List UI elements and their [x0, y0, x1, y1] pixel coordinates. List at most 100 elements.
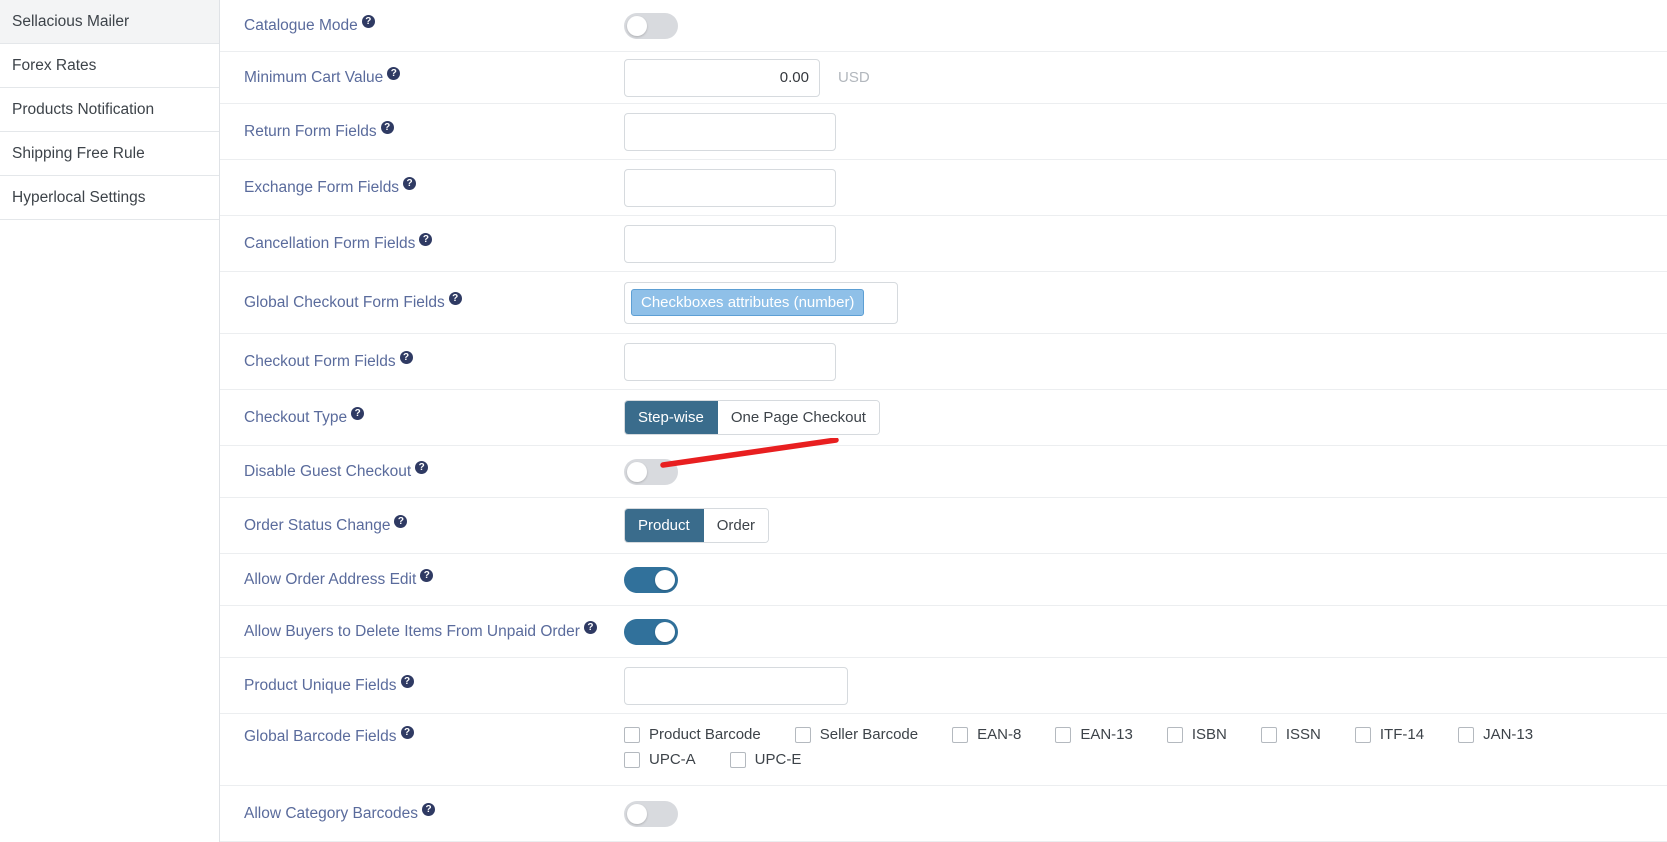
checkbox-box[interactable]	[624, 726, 640, 743]
row-exchange-form-fields: Exchange Form Fields?	[220, 160, 1667, 216]
checkbox-box[interactable]	[1166, 726, 1183, 743]
catalogue-mode-toggle[interactable]	[624, 12, 678, 39]
toggle-knob	[627, 461, 647, 482]
sidebar-filler	[0, 220, 219, 264]
control-return-form-fields	[624, 112, 1667, 151]
control-checkout-form-fields	[624, 342, 1667, 381]
label-cancellation-form-fields: Cancellation Form Fields?	[244, 233, 624, 254]
label-text: Allow Buyers to Delete Items From Unpaid…	[244, 623, 580, 641]
allow-category-barcodes-toggle[interactable]	[624, 800, 678, 827]
order-status-change-option-order[interactable]: Order	[703, 509, 769, 542]
checkbox-upc-e[interactable]: UPC-E	[729, 751, 802, 768]
label-text: Return Form Fields	[244, 123, 377, 141]
order-status-change-option-product[interactable]: Product	[625, 509, 704, 542]
minimum-cart-value-input[interactable]	[624, 58, 820, 97]
label-catalogue-mode: Catalogue Mode?	[244, 15, 624, 36]
row-global-barcode-fields: Global Barcode Fields? Product Barcode S…	[220, 714, 1667, 786]
checkbox-ean-13[interactable]: EAN-13	[1055, 726, 1133, 743]
global-barcode-fields-checkbox-group: Product Barcode Seller Barcode EAN-8 EAN…	[624, 726, 1667, 776]
label-text: Disable Guest Checkout	[244, 463, 412, 481]
help-icon[interactable]: ?	[419, 233, 433, 247]
sidebar-item-forex-rates[interactable]: Forex Rates	[0, 44, 219, 88]
product-unique-fields-input[interactable]	[624, 666, 848, 705]
toggle-knob	[655, 569, 675, 590]
help-icon[interactable]: ?	[420, 569, 434, 583]
row-allow-order-address-edit: Allow Order Address Edit?	[220, 554, 1667, 606]
checkout-type-option-step-wise[interactable]: Step-wise	[625, 401, 718, 434]
checkbox-box[interactable]	[1055, 726, 1072, 743]
checkbox-itf-14[interactable]: ITF-14	[1354, 726, 1424, 743]
checkbox-box[interactable]	[624, 751, 640, 768]
label-global-checkout-form-fields: Global Checkout Form Fields?	[244, 292, 624, 313]
help-icon[interactable]: ?	[351, 407, 365, 421]
label-text: Order Status Change	[244, 517, 391, 535]
checkbox-isbn[interactable]: ISBN	[1166, 726, 1227, 743]
control-exchange-form-fields	[624, 168, 1667, 207]
sidebar-item-products-notification[interactable]: Products Notification	[0, 88, 219, 132]
checkout-type-option-one-page-checkout[interactable]: One Page Checkout	[717, 401, 879, 434]
checkbox-product-barcode[interactable]: Product Barcode	[624, 726, 761, 743]
checkbox-jan-13[interactable]: JAN-13	[1458, 726, 1533, 743]
control-order-status-change: Product Order	[624, 508, 1667, 543]
label-product-unique-fields: Product Unique Fields?	[244, 675, 624, 696]
checkbox-box[interactable]	[794, 726, 811, 743]
row-disable-guest-checkout: Disable Guest Checkout?	[220, 446, 1667, 498]
currency-unit-label: USD	[838, 69, 870, 86]
order-status-change-button-group: Product Order	[624, 508, 770, 543]
checkbox-ean-8[interactable]: EAN-8	[952, 726, 1021, 743]
global-checkout-form-fields-chipbox[interactable]: Checkboxes attributes (number)	[624, 281, 898, 324]
checkbox-box[interactable]	[1260, 726, 1277, 743]
sidebar-item-shipping-free-rule[interactable]: Shipping Free Rule	[0, 132, 219, 176]
checkbox-box[interactable]	[1354, 726, 1371, 743]
help-icon[interactable]: ?	[361, 15, 375, 29]
checkbox-label: JAN-13	[1483, 726, 1534, 743]
checkout-form-fields-input[interactable]	[624, 342, 836, 381]
checkbox-seller-barcode[interactable]: Seller Barcode	[794, 726, 918, 743]
help-icon[interactable]: ?	[394, 515, 408, 529]
row-checkout-form-fields: Checkout Form Fields?	[220, 334, 1667, 390]
label-allow-order-address-edit: Allow Order Address Edit?	[244, 569, 624, 590]
help-icon[interactable]: ?	[403, 177, 417, 191]
help-icon[interactable]: ?	[399, 351, 413, 365]
checkbox-label: ISSN	[1285, 726, 1321, 743]
sidebar-item-label: Forex Rates	[12, 56, 97, 74]
sidebar-item-sellacious-mailer[interactable]: Sellacious Mailer	[0, 0, 219, 44]
control-allow-category-barcodes	[624, 800, 1667, 827]
control-catalogue-mode	[624, 12, 1667, 39]
help-icon[interactable]: ?	[387, 67, 401, 81]
exchange-form-fields-input[interactable]	[624, 168, 836, 207]
row-allow-buyers-delete-items: Allow Buyers to Delete Items From Unpaid…	[220, 606, 1667, 658]
label-disable-guest-checkout: Disable Guest Checkout?	[244, 461, 624, 482]
row-order-status-change: Order Status Change? Product Order	[220, 498, 1667, 554]
allow-order-address-edit-toggle[interactable]	[624, 566, 678, 593]
label-text: Exchange Form Fields	[244, 179, 400, 197]
row-cancellation-form-fields: Cancellation Form Fields?	[220, 216, 1667, 272]
help-icon[interactable]: ?	[400, 675, 414, 689]
checkbox-label: UPC-E	[754, 751, 802, 768]
control-product-unique-fields	[624, 666, 1667, 705]
row-product-unique-fields: Product Unique Fields?	[220, 658, 1667, 714]
help-icon[interactable]: ?	[415, 461, 429, 475]
checkbox-upc-a[interactable]: UPC-A	[624, 751, 696, 768]
checkbox-box[interactable]	[729, 751, 746, 768]
sidebar-item-label: Products Notification	[12, 100, 155, 118]
toggle-knob	[655, 621, 675, 642]
help-icon[interactable]: ?	[448, 292, 462, 306]
allow-buyers-delete-items-toggle[interactable]	[624, 618, 678, 645]
return-form-fields-input[interactable]	[624, 112, 836, 151]
control-global-barcode-fields: Product Barcode Seller Barcode EAN-8 EAN…	[624, 726, 1667, 776]
label-order-status-change: Order Status Change?	[244, 515, 624, 536]
settings-form: Catalogue Mode? Minimum Cart Value? USD …	[220, 0, 1667, 842]
checkbox-box[interactable]	[952, 726, 969, 743]
checkbox-label: Product Barcode	[649, 726, 761, 743]
checkbox-issn[interactable]: ISSN	[1260, 726, 1321, 743]
cancellation-form-fields-input[interactable]	[624, 224, 836, 263]
help-icon[interactable]: ?	[380, 121, 394, 135]
help-icon[interactable]: ?	[422, 803, 436, 817]
help-icon[interactable]: ?	[583, 621, 597, 635]
chip-tag[interactable]: Checkboxes attributes (number)	[631, 289, 865, 316]
sidebar-item-hyperlocal-settings[interactable]: Hyperlocal Settings	[0, 176, 219, 220]
disable-guest-checkout-toggle[interactable]	[624, 458, 678, 485]
help-icon[interactable]: ?	[400, 726, 414, 739]
checkbox-box[interactable]	[1458, 726, 1475, 743]
